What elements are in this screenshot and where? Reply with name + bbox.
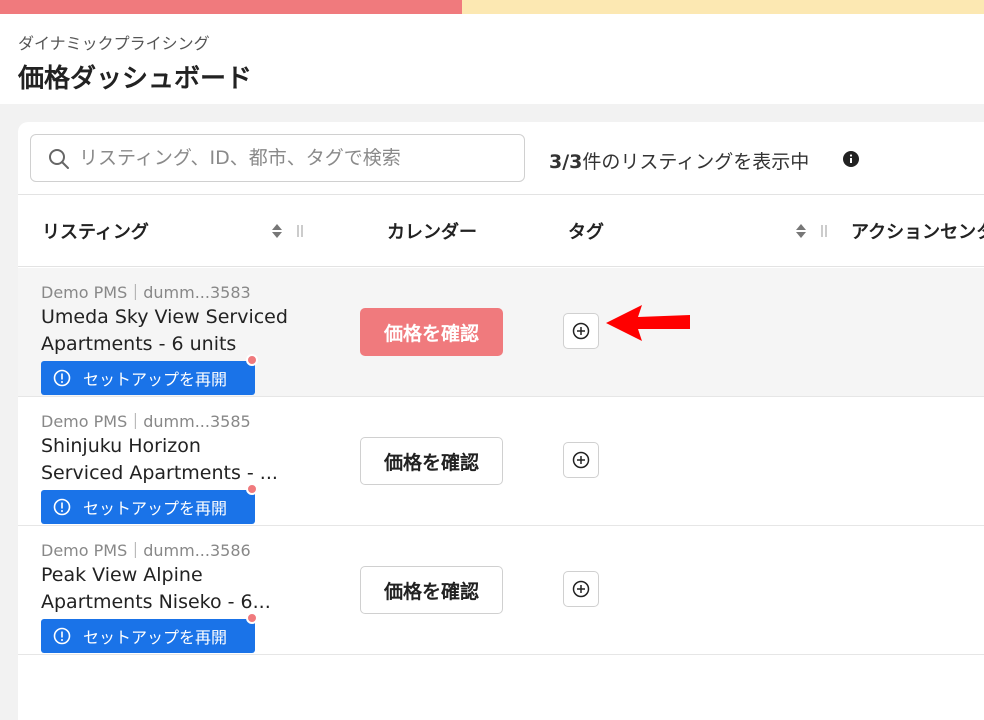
search-box[interactable] (30, 134, 525, 182)
column-header-calendar[interactable]: カレンダー (387, 218, 477, 244)
resume-setup-button[interactable]: セットアップを再開 (41, 361, 255, 395)
table-row[interactable]: Demo PMS｜dumm...3585 Shinjuku Horizon Se… (18, 397, 984, 526)
resume-setup-label: セットアップを再開 (83, 628, 228, 647)
table-row[interactable]: Demo PMS｜dumm...3583 Umeda Sky View Serv… (18, 268, 984, 397)
listing-meta: Demo PMS｜dumm...3586 (41, 541, 251, 560)
sort-icon[interactable] (795, 222, 807, 240)
info-icon[interactable] (843, 151, 859, 167)
page-header: ダイナミックプライシング 価格ダッシュボード (0, 14, 984, 104)
listing-meta: Demo PMS｜dumm...3585 (41, 412, 251, 431)
table-row[interactable]: Demo PMS｜dumm...3586 Peak View Alpine Ap… (18, 526, 984, 655)
check-price-button[interactable]: 価格を確認 (360, 566, 503, 614)
alert-circle-icon (53, 627, 71, 645)
add-tag-button[interactable] (563, 571, 599, 607)
listing-name-line-1: Peak View Alpine (41, 564, 203, 586)
table-header: リスティング カレンダー タグ アクションセンター (18, 196, 984, 267)
alert-circle-icon (53, 498, 71, 516)
listing-count: 3/3件のリスティングを表示中 (549, 147, 809, 174)
column-resize-icon[interactable] (295, 222, 305, 240)
column-header-tags[interactable]: タグ (568, 218, 604, 244)
listing-name[interactable]: Peak View Alpine Apartments Niseko - 6..… (41, 562, 289, 616)
plus-circle-icon (572, 451, 590, 469)
column-header-listing[interactable]: リスティング (42, 218, 149, 244)
resume-setup-button[interactable]: セットアップを再開 (41, 619, 255, 653)
notification-dot (246, 612, 258, 624)
resume-setup-label: セットアップを再開 (83, 370, 228, 389)
annotation-arrow-icon (606, 305, 690, 341)
notification-dot (246, 483, 258, 495)
page-title: 価格ダッシュボード (18, 64, 253, 94)
notification-dot (246, 354, 258, 366)
column-header-action-center[interactable]: アクションセンター (851, 218, 984, 244)
listings-card: 3/3件のリスティングを表示中 リスティング カレンダー タグ アクションセンタ… (18, 122, 984, 720)
listings-toolbar: 3/3件のリスティングを表示中 (18, 122, 984, 195)
progress-bar-fill (0, 0, 463, 14)
resume-setup-label: セットアップを再開 (83, 499, 228, 518)
plus-circle-icon (572, 580, 590, 598)
add-tag-button[interactable] (563, 313, 599, 349)
add-tag-button[interactable] (563, 442, 599, 478)
check-price-button[interactable]: 価格を確認 (360, 437, 503, 485)
listing-name[interactable]: Umeda Sky View Serviced Apartments - 6 u… (41, 304, 289, 358)
plus-circle-icon (572, 322, 590, 340)
check-price-button[interactable]: 価格を確認 (360, 308, 503, 356)
listing-count-label: 件のリスティングを表示中 (582, 151, 810, 173)
page-subtitle: ダイナミックプライシング (18, 34, 210, 53)
listing-name[interactable]: Shinjuku Horizon Serviced Apartments - .… (41, 433, 289, 487)
search-input[interactable] (79, 135, 519, 181)
listing-meta: Demo PMS｜dumm...3583 (41, 283, 251, 302)
alert-circle-icon (53, 369, 71, 387)
search-icon (49, 149, 69, 169)
resume-setup-button[interactable]: セットアップを再開 (41, 490, 255, 524)
column-resize-icon[interactable] (819, 222, 829, 240)
progress-bar (0, 0, 984, 14)
listing-name-line-1: Shinjuku Horizon (41, 435, 201, 457)
listing-name-line-1: Umeda Sky View Serviced (41, 306, 288, 328)
sort-icon[interactable] (271, 222, 283, 240)
listing-count-number: 3/3 (549, 151, 583, 173)
